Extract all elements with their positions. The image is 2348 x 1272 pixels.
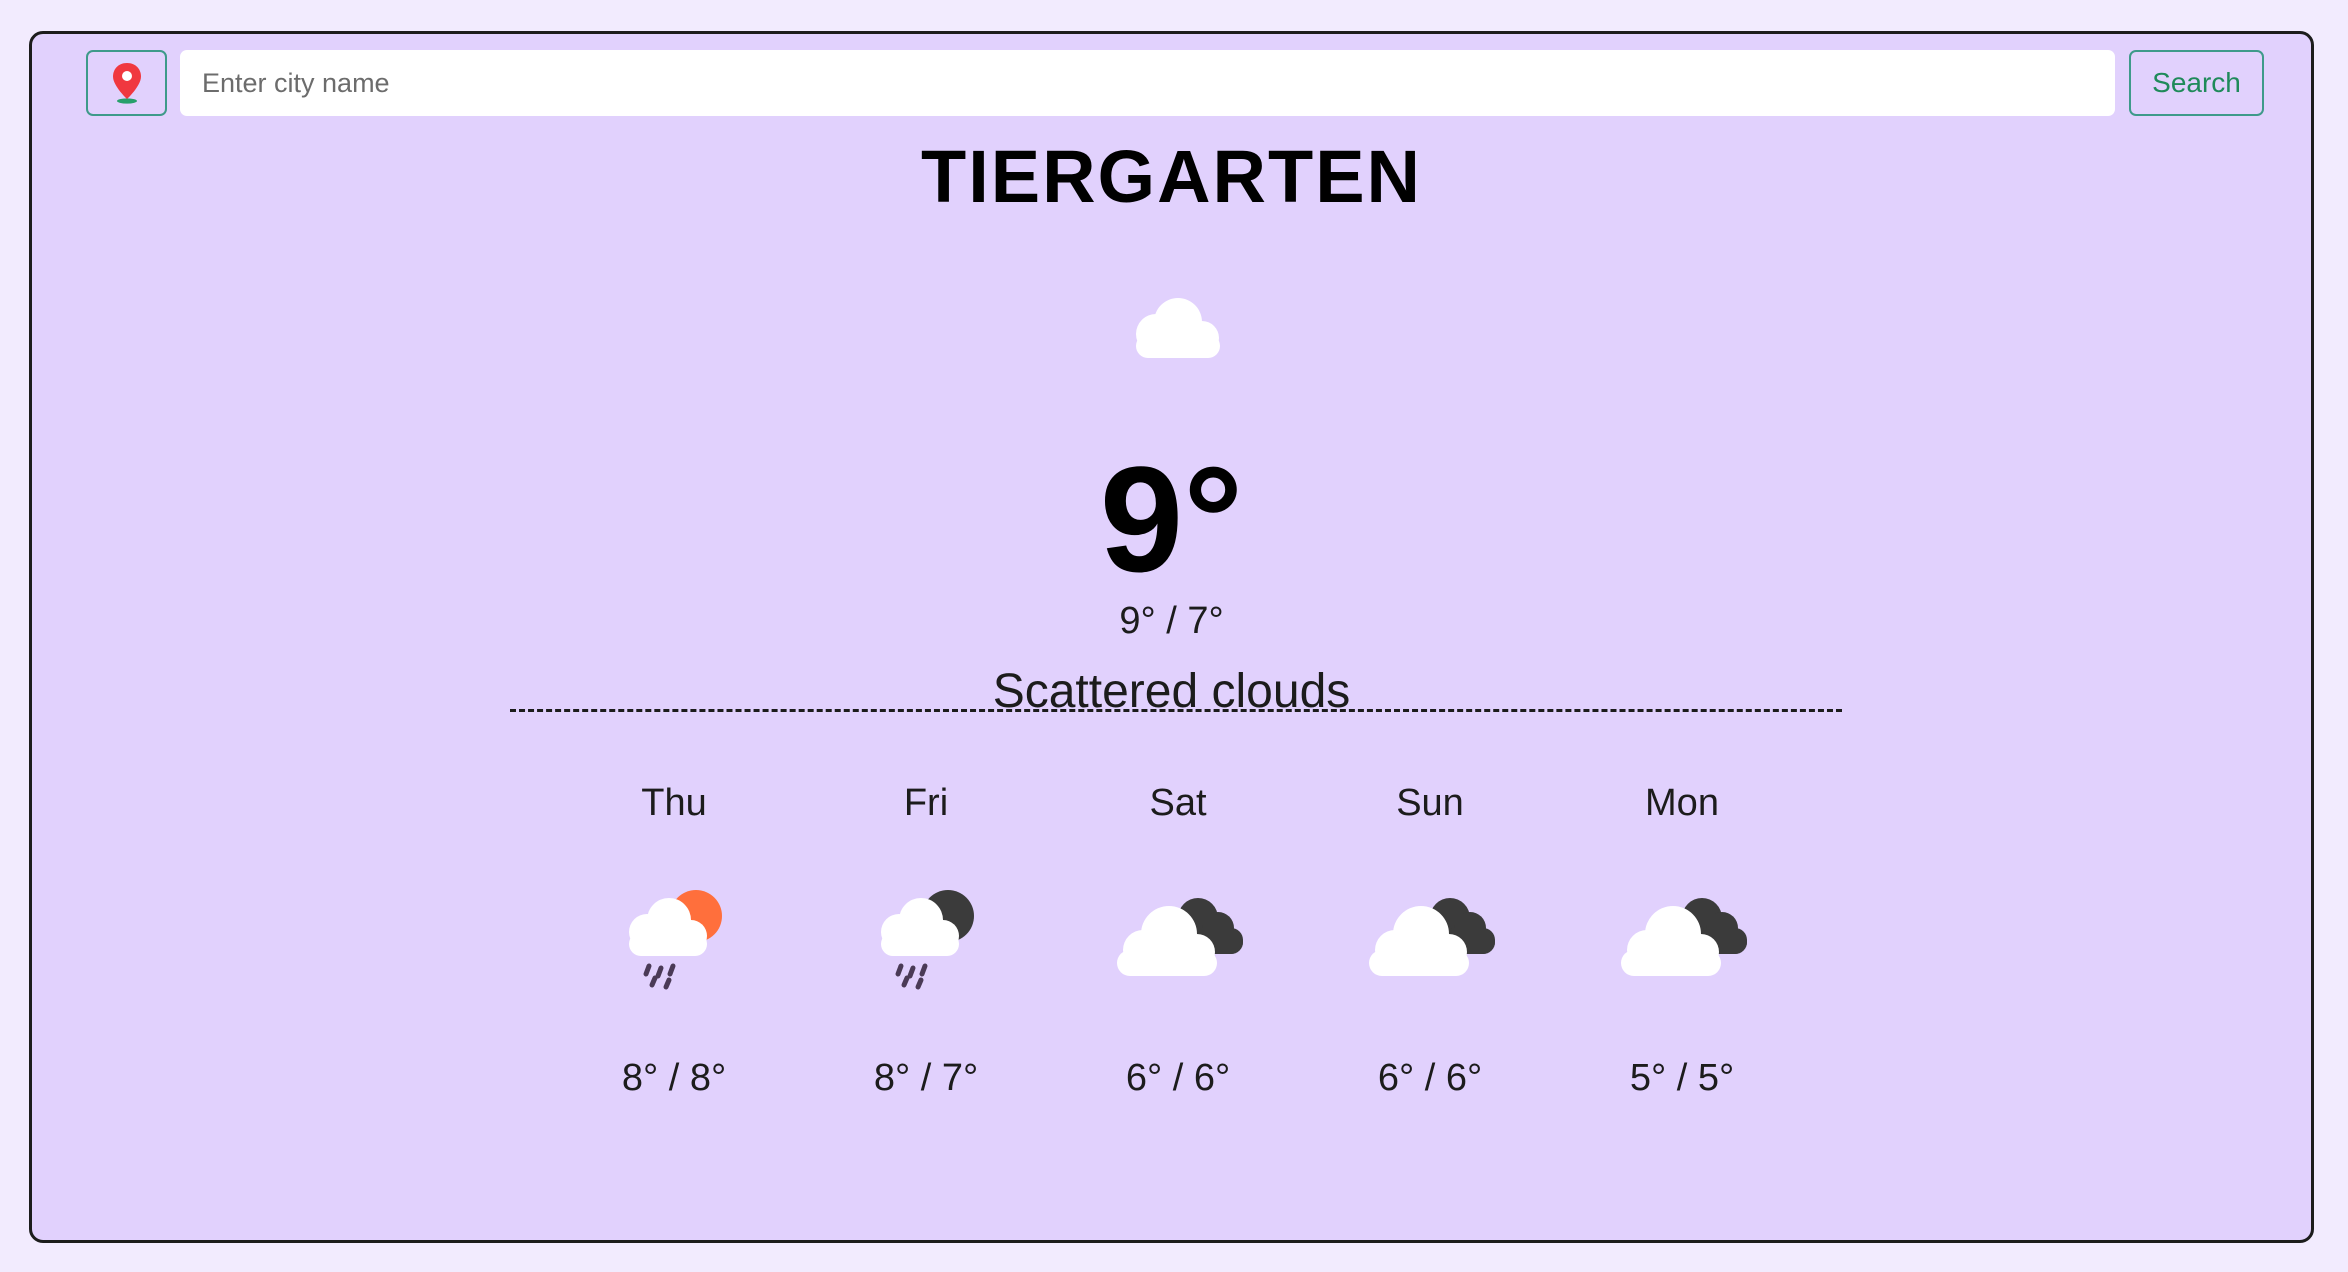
current-location-button[interactable] (86, 50, 167, 116)
divider (510, 709, 1842, 712)
search-button[interactable]: Search (2129, 50, 2264, 116)
forecast-temps: 8° / 7° (873, 1057, 979, 1099)
forecast-temps: 6° / 6° (1125, 1057, 1231, 1099)
forecast-day: Fri 8° / 7° (841, 776, 1011, 1106)
city-name: TIERGARTEN (921, 135, 1422, 218)
forecast-temps: 8° / 8° (621, 1057, 727, 1099)
forecast-temps: 6° / 6° (1377, 1057, 1483, 1099)
map-pin-icon (112, 63, 141, 104)
rain-moon-cloud-icon (881, 890, 974, 990)
forecast-day: Sun 6° / 6° (1345, 776, 1515, 1106)
forecast-day: Mon 5° / 5° (1597, 776, 1767, 1106)
dark-clouds-icon (1621, 898, 1747, 976)
forecast-day: Thu 8° / 8° (589, 776, 759, 1106)
search-bar: Search (86, 50, 2264, 116)
weather-card: Search TIERGARTEN 9° 9° / 7° Scattered c… (29, 31, 2314, 1243)
rain-sun-cloud-icon (629, 890, 722, 990)
forecast-day-name: Sun (1396, 782, 1464, 824)
forecast-temps: 5° / 5° (1629, 1057, 1735, 1099)
forecast-row: Thu 8° / 8° Fri 8° / 7° Sat 6° / 6° Sun … (32, 776, 2311, 1106)
forecast-day-name: Thu (641, 782, 707, 824)
dark-clouds-icon (1369, 898, 1495, 976)
forecast-day: Sat 6° / 6° (1093, 776, 1263, 1106)
dark-clouds-icon (1117, 898, 1243, 976)
forecast-day-name: Mon (1645, 782, 1719, 824)
current-high-low: 9° / 7° (1119, 600, 1224, 642)
current-temperature: 9° (1099, 435, 1244, 603)
forecast-day-name: Sat (1149, 782, 1207, 824)
city-search-input[interactable] (180, 50, 2115, 116)
forecast-day-name: Fri (903, 782, 949, 824)
cloud-icon (1136, 298, 1220, 358)
